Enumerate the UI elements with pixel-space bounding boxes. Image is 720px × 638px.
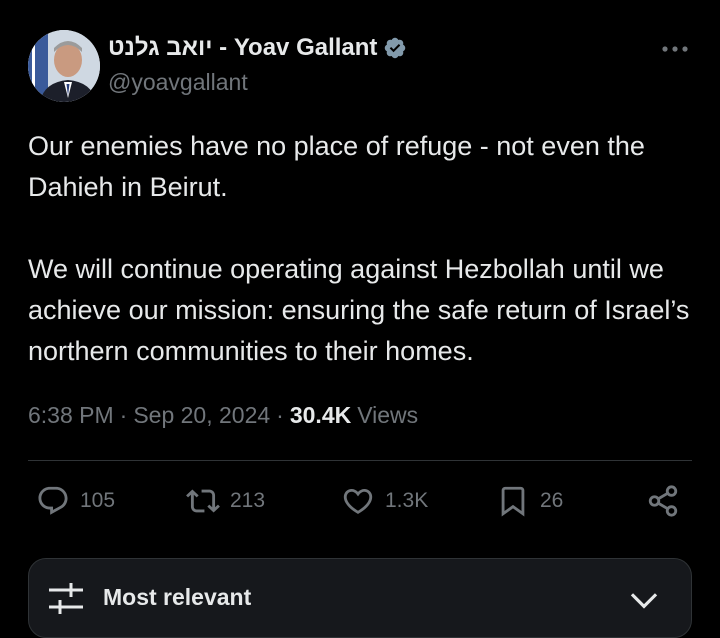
more-options-button[interactable]: [660, 34, 690, 64]
author-display-name[interactable]: יואב גלנט - Yoav Gallant: [108, 32, 377, 64]
reply-icon: [38, 486, 68, 515]
repost-count: 213: [230, 489, 266, 512]
bookmark-button[interactable]: 26: [496, 478, 563, 524]
heart-icon: [343, 488, 373, 514]
profile-photo-icon: [28, 30, 100, 102]
reply-button[interactable]: 105: [36, 478, 115, 524]
share-button[interactable]: [646, 478, 680, 524]
sort-replies-dropdown[interactable]: Most relevant: [28, 558, 692, 638]
tweet-date[interactable]: Sep 20, 2024: [133, 398, 270, 432]
author-handle[interactable]: @yoavgallant: [108, 66, 407, 98]
share-icon: [648, 485, 678, 517]
tweet-header: יואב גלנט - Yoav Gallant @yoavgallant: [28, 30, 700, 104]
verified-badge-icon: [385, 37, 406, 59]
tweet-meta: 6:38 PM · Sep 20, 2024 · 30.4K Views: [28, 398, 418, 432]
meta-separator: ·: [276, 402, 284, 428]
divider: [28, 460, 692, 461]
sliders-icon: [49, 583, 83, 614]
avatar[interactable]: [28, 30, 100, 102]
tweet-paragraph: Our enemies have no place of refuge - no…: [28, 131, 645, 202]
views-count: 30.4K: [289, 402, 352, 428]
views-label: Views: [357, 402, 419, 428]
tweet-paragraph: We will continue operating against Hezbo…: [28, 254, 690, 366]
chevron-down-icon: [630, 593, 658, 609]
like-button[interactable]: 1.3K: [341, 478, 428, 524]
like-count: 1.3K: [385, 489, 429, 512]
author-name-row[interactable]: יואב גלנט - Yoav Gallant: [108, 32, 407, 64]
repost-icon: [186, 489, 220, 513]
reply-count: 105: [80, 489, 116, 512]
more-dots-icon: [662, 46, 688, 52]
action-bar: 105 213 1.3K 26: [36, 478, 686, 524]
bookmark-count: 26: [540, 489, 564, 512]
bookmark-icon: [501, 486, 525, 517]
tweet-text: Our enemies have no place of refuge - no…: [28, 126, 698, 372]
tweet-time[interactable]: 6:38 PM: [28, 398, 114, 432]
meta-separator: ·: [119, 402, 128, 428]
repost-button[interactable]: 213: [186, 478, 265, 524]
sort-label: Most relevant: [103, 584, 252, 610]
